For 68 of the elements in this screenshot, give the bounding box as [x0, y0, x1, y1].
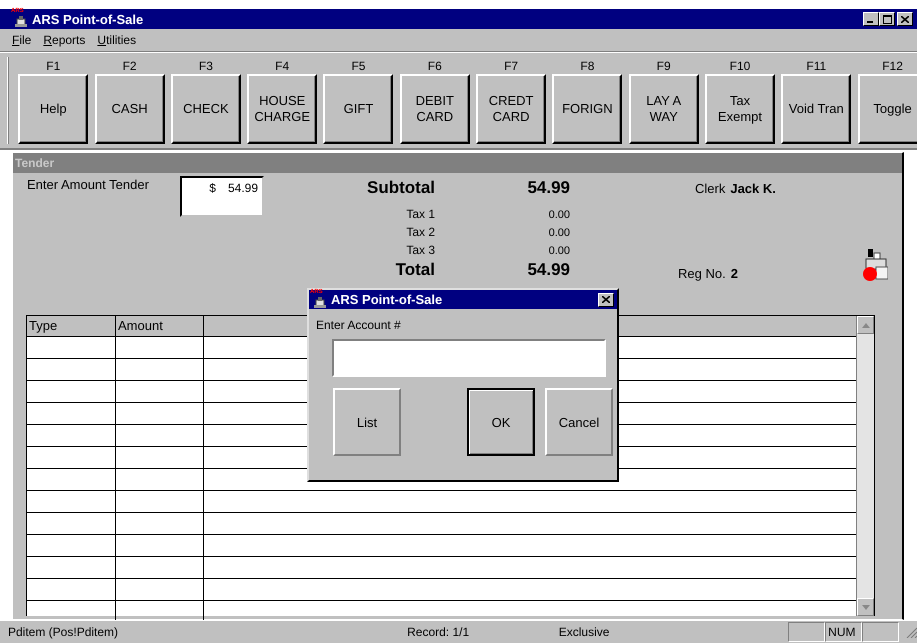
clerk-label: Clerk [695, 181, 726, 196]
total-value: 0.00 [548, 226, 570, 241]
function-key-button[interactable]: Void Tran [781, 74, 852, 144]
num-lock-indicator: NUM [825, 622, 862, 642]
column-header: Type [27, 316, 116, 336]
menu-item[interactable]: File [12, 33, 32, 47]
total-value: 54.99 [526, 177, 570, 199]
function-key-button[interactable]: GIFT [323, 74, 394, 144]
field-label: Enter Account # [316, 318, 402, 332]
dialog-button[interactable]: OK [467, 388, 535, 456]
field-label: Enter Amount Tender [27, 177, 150, 192]
dialog-button[interactable]: List [333, 388, 401, 456]
key-label: F7 [504, 58, 518, 74]
function-key-button[interactable]: CHECK [170, 74, 241, 144]
status-pane [862, 622, 900, 642]
function-key-button[interactable]: LAY A WAY [628, 74, 699, 144]
function-key-button[interactable]: CREDT CARD [476, 74, 546, 144]
dialog-title: ARS Point-of-Sale [331, 292, 442, 307]
clerk-name: Jack K. [730, 181, 776, 196]
total-label: Subtotal [366, 177, 435, 199]
status-text: Record: 1/1 [407, 625, 470, 639]
key-label: F9 [656, 58, 671, 74]
status-pane [788, 622, 826, 642]
function-key-button[interactable]: Tax Exempt [704, 74, 775, 144]
function-key-button[interactable]: HOUSE CHARGE [247, 74, 318, 144]
resize-grip[interactable] [905, 626, 917, 638]
total-label: Tax 2 [405, 224, 435, 241]
key-label: F4 [275, 58, 290, 74]
key-label: F5 [351, 58, 366, 74]
amount-field[interactable]: $ 54.99 [180, 176, 264, 217]
maximize-button[interactable] [879, 12, 895, 26]
key-label: F12 [882, 58, 903, 74]
menu-item[interactable]: Utilities [97, 33, 136, 47]
status-text: Exclusive [558, 625, 610, 639]
account-input-field[interactable] [332, 339, 606, 377]
panel-title: Tender [15, 156, 54, 170]
function-key-button[interactable]: FORIGN [552, 74, 622, 144]
close-icon [602, 296, 610, 303]
key-label: F6 [428, 58, 442, 74]
column-header: Amount [116, 316, 204, 336]
register-label: Reg No. [678, 266, 726, 281]
cash-register-icon [862, 249, 888, 283]
function-key-button[interactable]: Help [18, 74, 88, 144]
key-label: F8 [580, 58, 594, 74]
close-button[interactable] [598, 292, 614, 306]
function-key-button[interactable]: CASH [94, 74, 165, 144]
total-label: Tax 1 [405, 206, 435, 223]
window-title: ARS Point-of-Sale [32, 12, 144, 26]
total-label: Total [394, 259, 435, 281]
minimize-button[interactable] [863, 12, 879, 26]
maximize-icon [882, 14, 892, 24]
register-number: 2 [730, 266, 738, 281]
function-key-button[interactable]: Toggle [858, 74, 917, 144]
close-icon [901, 16, 909, 22]
key-label: F3 [198, 58, 213, 74]
total-value: 0.00 [548, 208, 570, 223]
function-key-button[interactable]: DEBIT CARD [400, 74, 470, 144]
status-text: Pditem (Pos!Pditem) [8, 625, 120, 639]
menu-item[interactable]: Reports [43, 33, 86, 47]
key-label: F2 [122, 58, 137, 74]
dialog-button[interactable]: Cancel [545, 388, 613, 456]
key-label: F11 [806, 58, 826, 74]
total-label: Tax 3 [405, 242, 435, 259]
key-label: F10 [730, 58, 750, 74]
total-value: 0.00 [548, 244, 570, 259]
key-label: F1 [46, 58, 60, 74]
total-value: 54.99 [526, 259, 570, 281]
close-button[interactable] [897, 12, 913, 26]
